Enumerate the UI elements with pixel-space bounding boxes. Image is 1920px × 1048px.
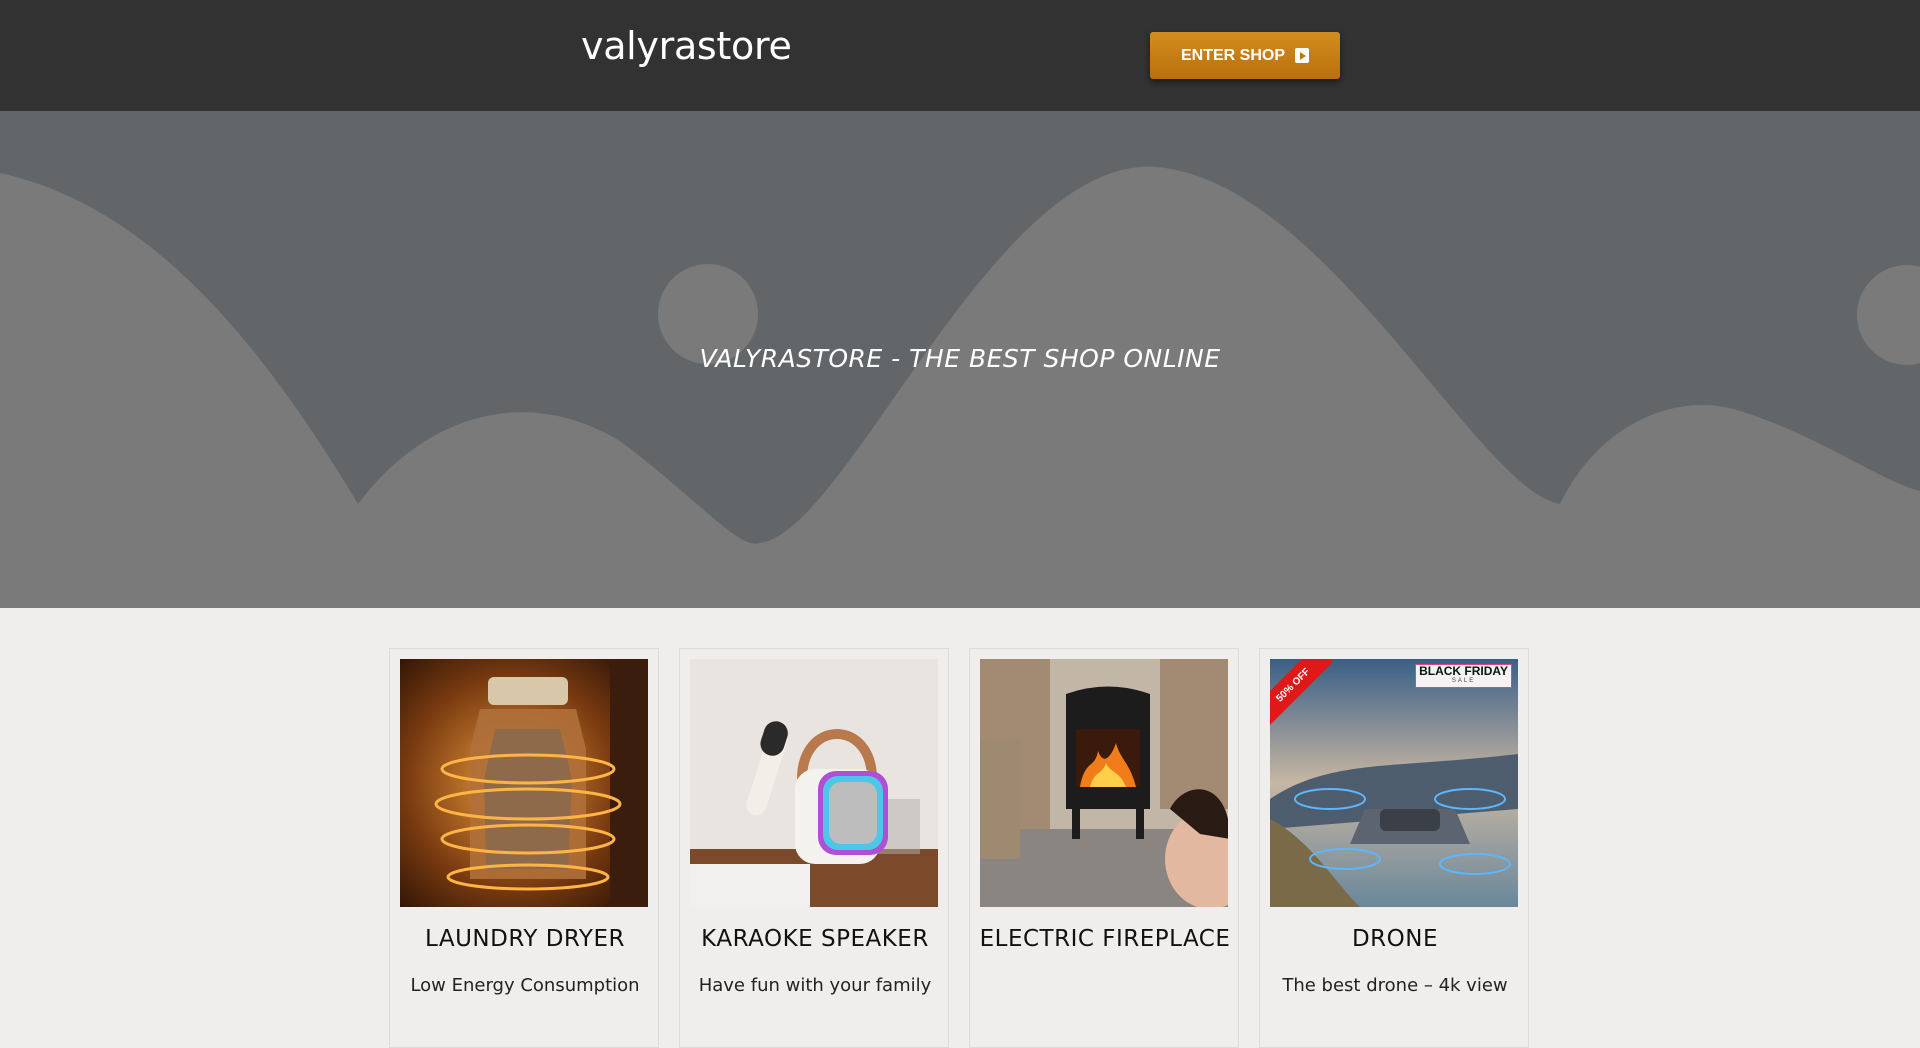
laundry-dryer-illustration	[400, 659, 648, 907]
hero-title: VALYRASTORE - THE BEST SHOP ONLINE	[699, 344, 1221, 373]
play-square-icon	[1295, 48, 1309, 63]
product-card[interactable]: LAUNDRY DRYER Low Energy Consumption	[389, 648, 659, 1048]
karaoke-speaker-image[interactable]	[690, 659, 938, 907]
drone-image[interactable]: 50% OFF BLACK FRIDAY SALE	[1270, 659, 1518, 907]
electric-fireplace-image[interactable]	[980, 659, 1228, 907]
black-friday-badge: BLACK FRIDAY SALE	[1415, 664, 1512, 688]
black-friday-badge-title: BLACK FRIDAY	[1419, 664, 1508, 678]
site-logo-text[interactable]: valyrastore	[581, 24, 792, 68]
product-name[interactable]: ELECTRIC FIREPLACE	[970, 926, 1240, 953]
product-name[interactable]: DRONE	[1260, 926, 1530, 953]
product-grid: LAUNDRY DRYER Low Energy Consumption KAR…	[389, 648, 1531, 1048]
top-bar: valyrastore ENTER SHOP	[0, 0, 1920, 111]
laundry-dryer-image[interactable]	[400, 659, 648, 907]
electric-fireplace-illustration	[980, 659, 1228, 907]
enter-shop-button[interactable]: ENTER SHOP	[1150, 32, 1340, 79]
product-card[interactable]: 50% OFF BLACK FRIDAY SALE DRONE The best…	[1259, 648, 1529, 1048]
karaoke-speaker-illustration	[690, 659, 938, 907]
enter-shop-label: ENTER SHOP	[1180, 46, 1285, 64]
product-name[interactable]: KARAOKE SPEAKER	[680, 926, 950, 953]
product-name[interactable]: LAUNDRY DRYER	[390, 926, 660, 953]
drone-illustration	[1270, 659, 1518, 907]
product-card[interactable]: KARAOKE SPEAKER Have fun with your famil…	[679, 648, 949, 1048]
product-card[interactable]: ELECTRIC FIREPLACE	[969, 648, 1239, 1048]
hero-banner: VALYRASTORE - THE BEST SHOP ONLINE	[0, 111, 1920, 608]
